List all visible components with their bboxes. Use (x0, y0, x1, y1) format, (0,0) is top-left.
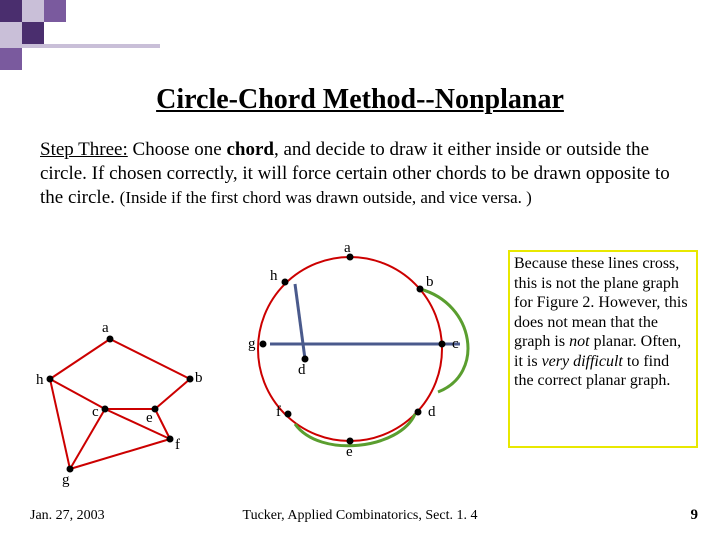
footer-citation: Tucker, Applied Combinatorics, Sect. 1. … (0, 508, 720, 524)
step-paragraph: Step Three: Choose one chord, and decide… (40, 138, 680, 209)
svg-text:a: a (102, 320, 109, 336)
svg-text:g: g (62, 472, 70, 488)
svg-text:h: h (270, 268, 278, 284)
svg-text:d: d (428, 404, 436, 420)
svg-text:a: a (344, 244, 351, 256)
note-box: Because these lines cross, this is not t… (508, 250, 698, 448)
slide: Circle-Chord Method--Nonplanar Step Thre… (0, 0, 720, 540)
page-number: 9 (691, 507, 699, 524)
svg-text:c: c (92, 404, 99, 420)
svg-text:h: h (36, 372, 44, 388)
svg-text:b: b (426, 274, 434, 290)
circle-chord-graph: a b c d e f g h d (248, 244, 468, 460)
svg-text:e: e (146, 410, 153, 426)
page-title: Circle-Chord Method--Nonplanar (0, 84, 720, 116)
svg-text:d: d (298, 362, 306, 378)
svg-text:f: f (175, 437, 180, 453)
graph-diagram: a b c e f g h a b c d e f g h d (20, 244, 520, 494)
svg-text:f: f (276, 404, 281, 420)
step-label: Step Three: (40, 139, 128, 160)
svg-text:c: c (452, 336, 459, 352)
left-graph: a b c e f g h (36, 320, 203, 488)
svg-text:g: g (248, 336, 256, 352)
svg-text:b: b (195, 370, 203, 386)
svg-text:e: e (346, 444, 353, 460)
corner-decoration (0, 0, 160, 70)
